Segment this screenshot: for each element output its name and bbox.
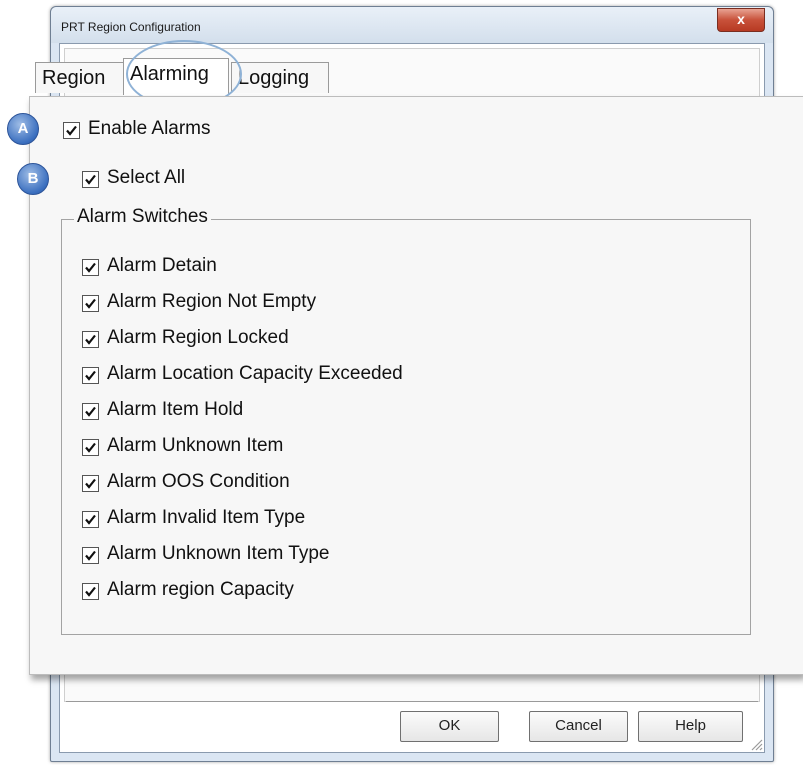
button-separator bbox=[66, 701, 758, 702]
checkmark-icon bbox=[85, 406, 96, 417]
checkmark-icon bbox=[85, 586, 96, 597]
alarm-switch-label: Alarm Detain bbox=[107, 255, 217, 276]
alarm-switch-label: Alarm Unknown Item Type bbox=[107, 543, 330, 564]
checkmark-icon bbox=[85, 478, 96, 489]
checkbox-box[interactable] bbox=[82, 439, 99, 456]
tab-region[interactable]: Region bbox=[35, 62, 127, 93]
select-all-label: Select All bbox=[107, 167, 186, 188]
checkmark-icon bbox=[85, 174, 96, 185]
alarm-switch-label: Alarm Invalid Item Type bbox=[107, 507, 306, 528]
enable-alarms-label: Enable Alarms bbox=[88, 118, 211, 139]
checkbox-box[interactable] bbox=[82, 367, 99, 384]
alarm-switch-label: Alarm OOS Condition bbox=[107, 471, 290, 492]
checkmark-icon bbox=[85, 334, 96, 345]
close-icon: x bbox=[737, 11, 745, 27]
alarm-switch-label: Alarm Region Not Empty bbox=[107, 291, 317, 312]
cancel-button[interactable]: Cancel bbox=[529, 711, 628, 742]
title-bar[interactable]: PRT Region Configuration x bbox=[51, 7, 773, 43]
checkbox-box[interactable] bbox=[82, 259, 99, 276]
alarm-switch-label: Alarm region Capacity bbox=[107, 579, 294, 600]
checkmark-icon bbox=[85, 370, 96, 381]
window-title: PRT Region Configuration bbox=[61, 20, 201, 34]
checkbox-box[interactable] bbox=[82, 547, 99, 564]
tab-logging[interactable]: Logging bbox=[231, 62, 329, 93]
close-button[interactable]: x bbox=[717, 8, 765, 32]
checkbox-box[interactable] bbox=[82, 331, 99, 348]
checkbox-box[interactable] bbox=[82, 511, 99, 528]
checkmark-icon bbox=[85, 514, 96, 525]
checkmark-icon bbox=[66, 125, 77, 136]
callout-marker-b: B bbox=[17, 163, 49, 195]
checkmark-icon bbox=[85, 298, 96, 309]
checkbox-box[interactable] bbox=[82, 295, 99, 312]
checkmark-icon bbox=[85, 442, 96, 453]
checkmark-icon bbox=[85, 550, 96, 561]
alarm-switch-label: Alarm Region Locked bbox=[107, 327, 289, 348]
alarm-switch-label: Alarm Location Capacity Exceeded bbox=[107, 363, 403, 384]
callout-marker-a: A bbox=[7, 113, 39, 145]
alarm-switch-label: Alarm Item Hold bbox=[107, 399, 244, 420]
ok-button[interactable]: OK bbox=[400, 711, 499, 742]
checkbox-box[interactable] bbox=[63, 122, 80, 139]
alarm-switches-group: Alarm Switches Alarm Detain Alarm Region … bbox=[61, 206, 751, 635]
checkbox-box[interactable] bbox=[82, 583, 99, 600]
checkmark-icon bbox=[85, 262, 96, 273]
checkbox-box[interactable] bbox=[82, 403, 99, 420]
alarming-panel: Enable Alarms Select All Alarm Switches … bbox=[29, 96, 803, 675]
alarm-switches-label: Alarm Switches bbox=[74, 206, 211, 228]
checkbox-box[interactable] bbox=[82, 171, 99, 188]
resize-grip-icon[interactable] bbox=[749, 737, 763, 751]
checkbox-box[interactable] bbox=[82, 475, 99, 492]
alarm-switch-label: Alarm Unknown Item bbox=[107, 435, 284, 456]
help-button[interactable]: Help bbox=[638, 711, 743, 742]
